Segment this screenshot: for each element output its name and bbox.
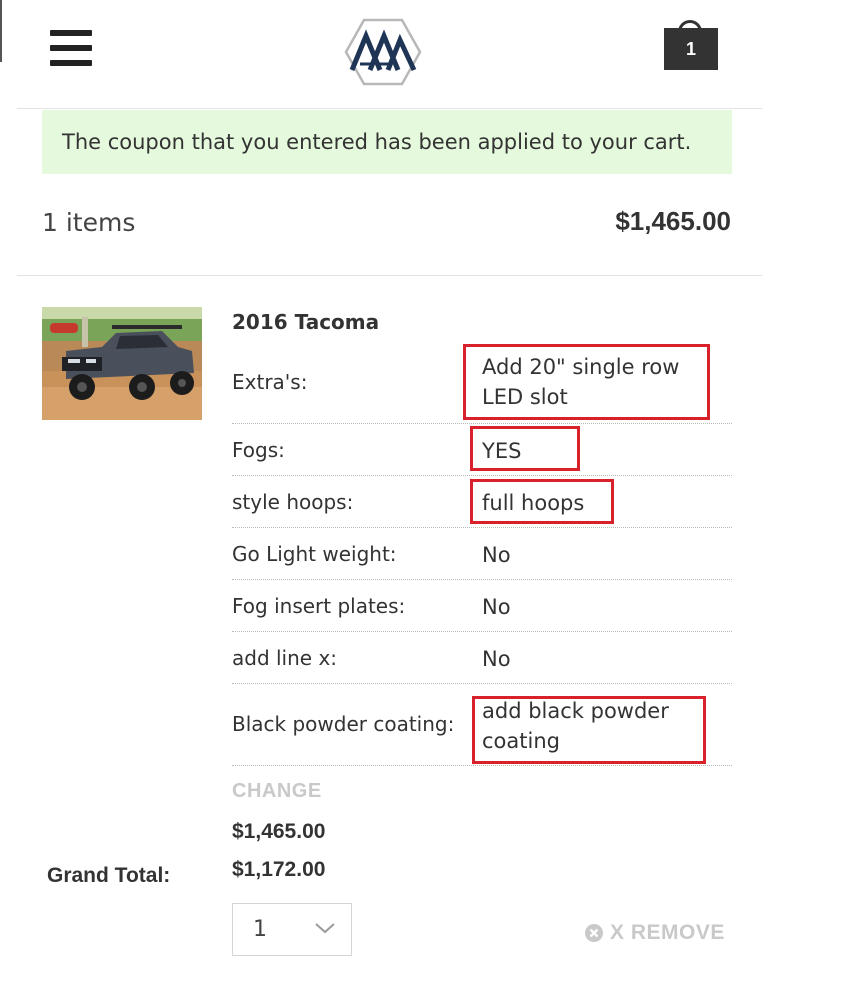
option-row-black-powder-coating: Black powder coating: add black powder c… [232, 684, 732, 766]
option-label: add line x: [232, 646, 338, 670]
brand-logo[interactable] [344, 18, 422, 86]
quantity-value: 1 [253, 917, 267, 942]
highlight-box [463, 344, 710, 420]
product-name[interactable]: 2016 Tacoma [232, 310, 379, 334]
items-count: 1 items [42, 208, 136, 237]
grand-total-value: $1,172.00 [232, 858, 326, 881]
cart-count-badge: 1 [664, 28, 718, 70]
option-value: No [482, 595, 511, 619]
option-row-go-light-weight: Go Light weight: No [232, 528, 732, 580]
header-divider [17, 108, 762, 109]
cart-button[interactable]: 1 [664, 20, 718, 70]
chevron-down-icon [315, 923, 335, 934]
hamburger-icon-bar [50, 45, 92, 51]
highlight-box [472, 696, 706, 764]
option-row-fog-insert-plates: Fog insert plates: No [232, 580, 732, 632]
option-label: style hoops: [232, 490, 354, 514]
option-row-add-line-x: add line x: No [232, 632, 732, 684]
option-label: Go Light weight: [232, 542, 397, 566]
product-image[interactable] [42, 307, 202, 420]
option-label: Fog insert plates: [232, 594, 406, 618]
menu-button[interactable] [50, 30, 94, 66]
summary-divider [17, 275, 762, 276]
quantity-select[interactable]: 1 [232, 903, 352, 956]
item-price: $1,465.00 [232, 820, 326, 843]
option-label: Fogs: [232, 438, 285, 462]
close-circle-icon [585, 924, 603, 942]
option-row-extras: Extra's: Add 20" single row LED slot [232, 344, 732, 424]
coupon-success-notice: The coupon that you entered has been app… [42, 110, 732, 174]
option-label: Extra's: [232, 370, 308, 394]
notice-message: The coupon that you entered has been app… [62, 130, 692, 154]
hamburger-icon-bar [50, 30, 92, 36]
highlight-box [470, 426, 580, 471]
option-row-style-hoops: style hoops: full hoops [232, 476, 732, 528]
hamburger-icon-bar [50, 60, 92, 66]
change-link[interactable]: CHANGE [232, 780, 322, 803]
highlight-box [470, 479, 614, 524]
remove-button[interactable]: X REMOVE [584, 921, 725, 945]
edge-mark [0, 0, 2, 62]
option-label: Black powder coating: [232, 712, 455, 736]
option-value: No [482, 543, 511, 567]
option-row-fogs: Fogs: YES [232, 424, 732, 476]
grand-total-label: Grand Total: [47, 864, 171, 887]
remove-label: X REMOVE [610, 921, 725, 944]
option-value: No [482, 647, 511, 671]
cart-subtotal: $1,465.00 [615, 206, 731, 236]
